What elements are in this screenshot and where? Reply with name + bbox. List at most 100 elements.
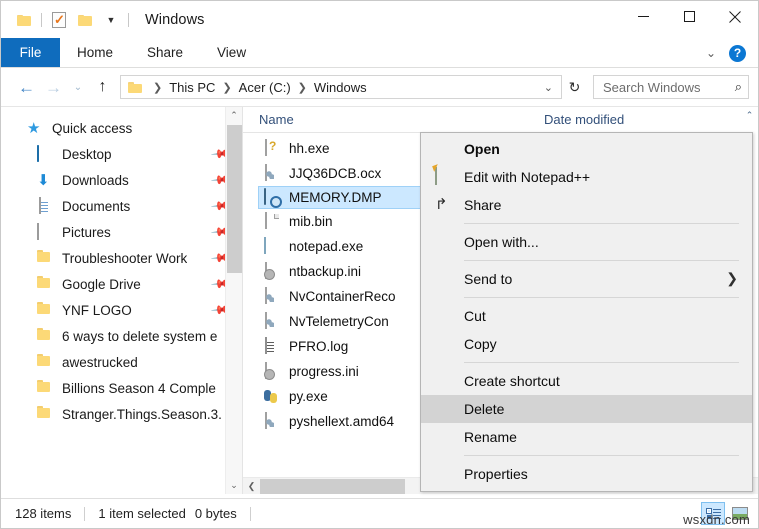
context-menu-label: Delete	[464, 401, 504, 417]
context-menu-label: Send to	[464, 271, 512, 287]
chevron-down-icon[interactable]: ⌄	[536, 81, 561, 94]
address-bar: ← → ⌄ ↑ ❯ This PC ❯ Acer (C:) ❯ Windows …	[1, 68, 758, 106]
window-controls	[620, 1, 758, 32]
context-menu-separator	[464, 260, 739, 261]
close-icon[interactable]	[712, 1, 758, 32]
context-menu: Open Edit with Notepad++ ↱ Share Open wi…	[420, 132, 753, 492]
context-menu-item-create-shortcut[interactable]: Create shortcut	[421, 367, 752, 395]
refresh-icon[interactable]: ↻	[562, 75, 587, 99]
breadcrumb-item-this-pc[interactable]: This PC	[166, 80, 218, 95]
sidebar-item-billions-season-4[interactable]: Billions Season 4 Comple	[1, 375, 242, 401]
context-menu-label: Create shortcut	[464, 373, 560, 389]
desktop-icon	[37, 146, 54, 163]
sidebar-scrollbar[interactable]: ⌃ ⌄	[225, 107, 242, 494]
scroll-left-icon[interactable]: ❮	[243, 478, 260, 495]
recent-locations-icon[interactable]: ⌄	[67, 73, 89, 101]
scroll-down-icon[interactable]: ⌄	[226, 477, 242, 494]
folder-icon	[37, 380, 54, 397]
context-menu-label: Edit with Notepad++	[464, 169, 590, 185]
new-folder-icon[interactable]	[72, 7, 98, 33]
sidebar-item-google-drive[interactable]: Google Drive 📌	[1, 271, 242, 297]
large-icons-view-button[interactable]	[728, 502, 752, 525]
context-menu-item-open-with[interactable]: Open with...	[421, 228, 752, 256]
sidebar-item-6-ways-to-delete[interactable]: 6 ways to delete system e	[1, 323, 242, 349]
sidebar-item-stranger-things-season-3[interactable]: Stranger.Things.Season.3.	[1, 401, 242, 427]
details-view-button[interactable]	[701, 502, 725, 525]
context-menu-item-send-to[interactable]: Send to ❯	[421, 265, 752, 293]
context-menu-item-copy[interactable]: Copy	[421, 330, 752, 358]
sidebar-item-label: Downloads	[62, 173, 129, 188]
search-input[interactable]: Search Windows ⌕	[593, 75, 749, 99]
context-menu-label: Copy	[464, 336, 497, 352]
sidebar-item-awestrucked[interactable]: awestrucked	[1, 349, 242, 375]
folder-icon	[37, 406, 54, 423]
folder-icon[interactable]	[11, 7, 37, 33]
sidebar-item-quick-access[interactable]: ★ Quick access	[1, 115, 242, 141]
file-name: pyshellext.amd64	[289, 414, 394, 429]
sidebar-item-desktop[interactable]: Desktop 📌	[1, 141, 242, 167]
log-file-icon	[263, 338, 280, 355]
sidebar-item-ynf-logo[interactable]: YNF LOGO 📌	[1, 297, 242, 323]
column-headers: Name Date modified	[243, 107, 758, 133]
ocx-file-icon	[263, 288, 280, 305]
scroll-up-icon[interactable]: ⌃	[226, 107, 242, 124]
tab-file[interactable]: File	[1, 38, 60, 67]
download-icon: ⬇	[37, 172, 54, 189]
context-menu-label: Open with...	[464, 234, 539, 250]
status-bar: 128 items 1 item selected 0 bytes	[1, 498, 758, 528]
forward-icon[interactable]: →	[40, 73, 67, 101]
breadcrumb[interactable]: ❯ This PC ❯ Acer (C:) ❯ Windows ⌄	[120, 75, 562, 99]
help-file-icon	[263, 140, 280, 157]
ocx-file-icon	[263, 413, 280, 430]
context-menu-item-properties[interactable]: Properties	[421, 460, 752, 488]
maximize-icon[interactable]	[666, 1, 712, 32]
file-name: PFRO.log	[289, 339, 348, 354]
quick-access-toolbar: ▼	[1, 1, 133, 38]
search-icon: ⌕	[735, 79, 742, 95]
up-icon[interactable]: ↑	[89, 73, 116, 101]
sidebar-item-pictures[interactable]: Pictures 📌	[1, 219, 242, 245]
breadcrumb-item-windows[interactable]: Windows	[311, 80, 370, 95]
status-selection: 1 item selected	[98, 506, 185, 521]
sidebar-item-downloads[interactable]: ⬇ Downloads 📌	[1, 167, 242, 193]
tab-home[interactable]: Home	[60, 38, 130, 67]
folder-icon	[128, 81, 143, 93]
back-icon[interactable]: ←	[13, 73, 40, 101]
scrollbar-thumb[interactable]	[260, 479, 405, 494]
help-icon[interactable]: ?	[729, 45, 746, 62]
properties-icon[interactable]	[46, 7, 72, 33]
sidebar-item-label: Desktop	[62, 147, 112, 162]
chevron-right-icon: ❯	[726, 270, 738, 287]
search-placeholder: Search Windows	[603, 80, 735, 95]
chevron-down-icon[interactable]: ▼	[98, 7, 124, 33]
status-divider-2	[250, 507, 251, 521]
context-menu-label: Properties	[464, 466, 528, 482]
sidebar-item-troubleshooter-work[interactable]: Troubleshooter Work 📌	[1, 245, 242, 271]
toolbar-divider	[41, 13, 42, 27]
context-menu-label: Share	[464, 197, 501, 213]
minimize-icon[interactable]	[620, 1, 666, 32]
share-icon: ↱	[435, 196, 453, 214]
column-header-date-modified[interactable]: Date modified	[544, 112, 624, 127]
context-menu-item-delete[interactable]: Delete	[421, 395, 752, 423]
status-item-count: 128 items	[15, 506, 71, 521]
context-menu-item-edit-with-notepad-plus-plus[interactable]: Edit with Notepad++	[421, 163, 752, 191]
sidebar-item-label: Stranger.Things.Season.3.	[62, 407, 222, 422]
star-icon: ★	[27, 120, 44, 137]
chevron-down-icon[interactable]: ⌄	[702, 46, 720, 60]
file-name: notepad.exe	[289, 239, 363, 254]
context-menu-item-open[interactable]: Open	[421, 135, 752, 163]
column-header-name[interactable]: Name	[259, 112, 544, 127]
sidebar-item-documents[interactable]: Documents 📌	[1, 193, 242, 219]
context-menu-item-rename[interactable]: Rename	[421, 423, 752, 451]
context-menu-item-cut[interactable]: Cut	[421, 302, 752, 330]
tab-view[interactable]: View	[200, 38, 263, 67]
scroll-up-icon[interactable]: ⌃	[741, 107, 758, 124]
file-explorer-window: ▼ Windows File Home Share View ⌄ ? ← →	[0, 0, 759, 529]
notepad-plus-plus-icon	[435, 168, 453, 186]
context-menu-item-share[interactable]: ↱ Share	[421, 191, 752, 219]
scrollbar-thumb[interactable]	[227, 125, 242, 273]
breadcrumb-item-acer-c[interactable]: Acer (C:)	[236, 80, 294, 95]
title-bar: ▼ Windows	[1, 1, 758, 38]
tab-share[interactable]: Share	[130, 38, 200, 67]
